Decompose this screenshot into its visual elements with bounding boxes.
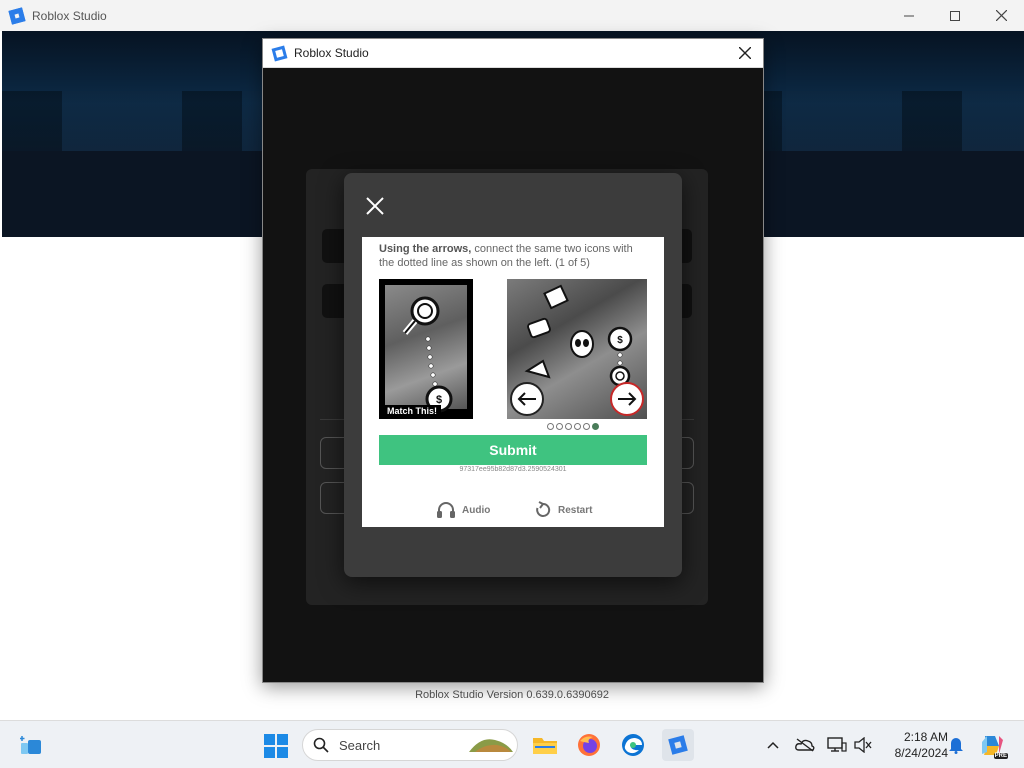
progress-dot [556, 423, 563, 430]
dialog-close-button[interactable] [735, 43, 755, 63]
edge-icon [622, 734, 644, 756]
show-hidden-icons-button[interactable] [764, 735, 782, 755]
minimize-button[interactable] [886, 0, 932, 31]
search-highlight-icon [469, 739, 513, 752]
restart-label: Restart [558, 504, 593, 516]
app-title: Roblox Studio [32, 8, 107, 23]
version-label: Roblox Studio Version 0.639.0.6390692 [415, 689, 609, 701]
widgets-icon [20, 736, 41, 754]
progress-dot [565, 423, 572, 430]
arrow-right-button[interactable] [610, 382, 644, 416]
shield-icon [524, 359, 551, 379]
progress-dot [574, 423, 581, 430]
clock-time: 2:18 AM [903, 730, 948, 744]
window-controls [886, 0, 1024, 31]
widgets-button[interactable] [18, 733, 44, 757]
captcha-card: Using the arrows, connect the same two i… [362, 237, 664, 527]
chevron-up-icon [767, 741, 779, 749]
alien-icon [570, 330, 594, 358]
restart-icon [536, 501, 551, 517]
captcha-close-button[interactable] [362, 193, 388, 219]
volume-button[interactable] [852, 735, 874, 755]
close-icon [739, 47, 751, 59]
puzzle-image: $ [507, 279, 647, 419]
progress-dots [547, 423, 599, 430]
cloud-offline-icon [795, 738, 815, 752]
start-button[interactable] [263, 733, 289, 759]
close-window-button[interactable] [978, 0, 1024, 31]
taskbar-search-box[interactable]: Search [302, 729, 518, 761]
roblox-logo-icon [271, 45, 288, 61]
display-button[interactable] [826, 735, 848, 755]
clock-date: 8/24/2024 [894, 746, 948, 760]
maximize-icon [950, 10, 960, 21]
dialog-titlebar: Roblox Studio [263, 39, 763, 68]
close-icon [995, 10, 1007, 21]
audio-label: Audio [462, 504, 491, 516]
submit-button[interactable]: Submit [379, 435, 647, 465]
onedrive-button[interactable] [794, 735, 816, 755]
session-id: 97317ee95b82d87d3.2590524301 [459, 466, 567, 473]
monitor-icon [827, 737, 847, 752]
folder-icon [533, 738, 557, 754]
close-icon [366, 197, 384, 215]
box-icon [543, 284, 569, 310]
sample-drawing: $ [402, 296, 453, 413]
edge-button[interactable] [618, 731, 648, 759]
captcha-instruction: Using the arrows, connect the same two i… [379, 242, 649, 270]
hand-icon [527, 317, 551, 339]
file-explorer-button[interactable] [530, 731, 560, 759]
preview-badge: PRE [993, 753, 1008, 759]
app-titlebar: Roblox Studio [0, 0, 1024, 31]
firefox-icon [578, 734, 600, 756]
svg-text:$: $ [617, 335, 623, 346]
dialog-title: Roblox Studio [294, 46, 369, 60]
arrow-left-button[interactable] [510, 382, 544, 416]
roblox-studio-taskbar-button[interactable] [662, 729, 694, 761]
match-this-label: Match This! [383, 405, 442, 417]
search-icon [313, 737, 329, 753]
search-label: Search [339, 737, 381, 753]
notifications-button[interactable] [946, 735, 966, 755]
arrow-left-icon [517, 392, 536, 406]
windows-logo-icon [264, 734, 288, 758]
taskbar: Search 2:18 AM 8/24/2024 PRE [0, 720, 1024, 768]
clock[interactable]: 2:18 AM 8/24/2024 [878, 729, 948, 761]
maximize-button[interactable] [932, 0, 978, 31]
roblox-studio-icon [668, 735, 688, 755]
sample-image: $ Match This! [379, 279, 473, 419]
instruction-bold: Using the arrows, [379, 243, 472, 255]
captcha-modal: Using the arrows, connect the same two i… [344, 173, 682, 577]
firefox-button[interactable] [574, 731, 604, 759]
copilot-button[interactable]: PRE [978, 731, 1008, 759]
headphones-icon [437, 502, 455, 518]
minimize-icon [904, 15, 914, 16]
progress-dot [592, 423, 599, 430]
audio-button[interactable]: Audio [436, 501, 490, 519]
roblox-logo-icon [8, 6, 26, 25]
magnifier-icon [410, 296, 440, 326]
restart-button[interactable]: Restart [534, 501, 592, 519]
arrow-right-icon [618, 392, 637, 406]
progress-dot [547, 423, 554, 430]
progress-dot [583, 423, 590, 430]
bell-icon [949, 738, 963, 754]
speaker-muted-icon [854, 737, 872, 753]
